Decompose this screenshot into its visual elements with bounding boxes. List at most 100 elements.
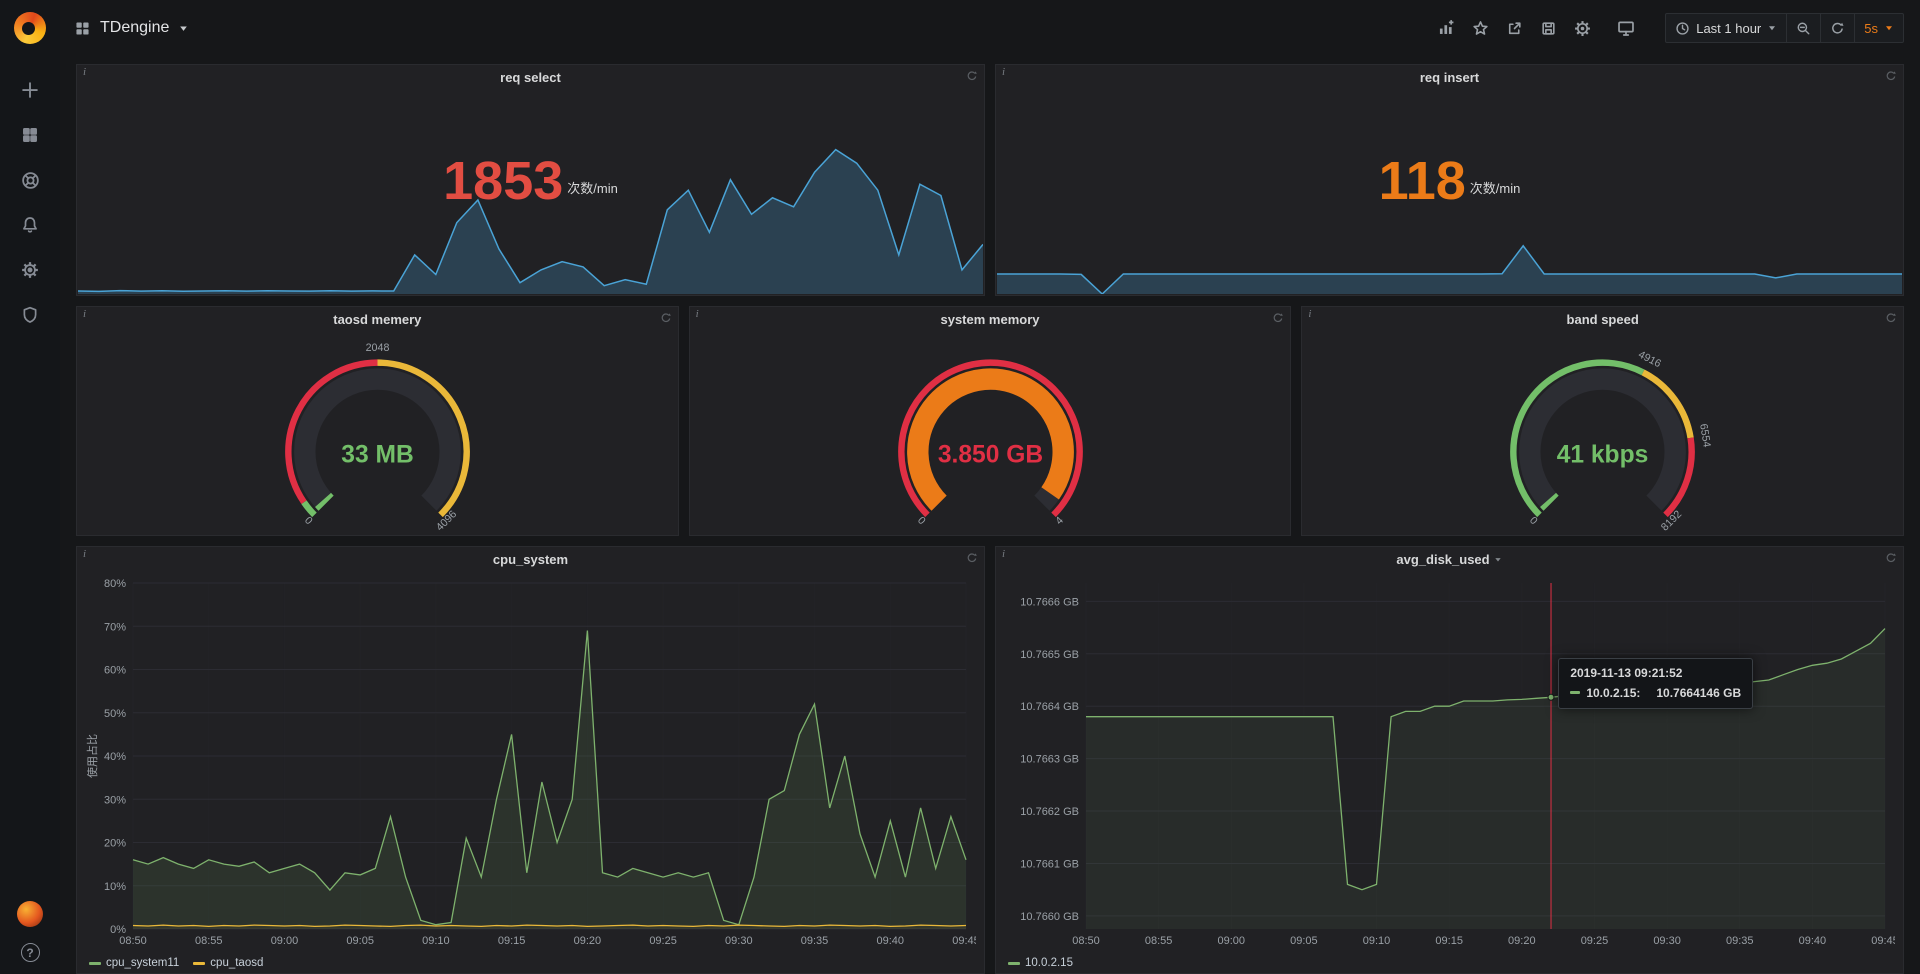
svg-text:6554: 6554: [1697, 423, 1713, 448]
dashboards-icon: [21, 126, 39, 144]
svg-text:70%: 70%: [104, 621, 126, 633]
svg-text:09:40: 09:40: [877, 935, 905, 947]
sidebar-item-server-admin[interactable]: [12, 303, 48, 327]
star-icon: [1472, 20, 1489, 37]
panel-info-icon[interactable]: i: [83, 308, 86, 320]
cycle-view-mode-button[interactable]: [1611, 14, 1641, 42]
legend-item[interactable]: 10.0.2.15: [1008, 957, 1073, 969]
panel-loading-icon: [1885, 312, 1897, 324]
svg-text:50%: 50%: [104, 708, 126, 720]
compass-icon: [21, 171, 40, 190]
band-speed-gauge[interactable]: 0 4916 6554 8192 41 kbps: [1310, 333, 1895, 531]
sidebar-item-configuration[interactable]: [12, 258, 48, 282]
svg-text:09:25: 09:25: [649, 935, 677, 947]
panel-info-icon[interactable]: i: [83, 66, 86, 78]
legend-item[interactable]: cpu_system11: [89, 957, 179, 969]
zoom-out-button[interactable]: [1786, 14, 1820, 42]
series-color-swatch: [1008, 962, 1020, 965]
svg-text:09:35: 09:35: [1726, 935, 1754, 947]
cpu-system-graph[interactable]: 08:5008:5509:0009:0509:1009:1509:2009:25…: [85, 575, 976, 947]
grafana-logo[interactable]: [0, 0, 60, 56]
svg-text:41 kbps: 41 kbps: [1557, 441, 1649, 468]
add-panel-button[interactable]: [1431, 14, 1461, 42]
panel-info-icon[interactable]: i: [696, 308, 699, 320]
svg-text:40%: 40%: [104, 751, 126, 763]
svg-text:09:20: 09:20: [574, 935, 602, 947]
svg-text:30%: 30%: [104, 794, 126, 806]
svg-text:09:15: 09:15: [1435, 935, 1463, 947]
svg-text:10.7663 GB: 10.7663 GB: [1020, 754, 1079, 766]
help-icon[interactable]: ?: [21, 943, 40, 962]
dashboard-title[interactable]: TDengine: [100, 19, 169, 37]
share-icon: [1506, 20, 1523, 37]
star-dashboard-button[interactable]: [1465, 14, 1495, 42]
tooltip-value: 10.7664146 GB: [1656, 686, 1741, 700]
sidebar-item-create[interactable]: [12, 78, 48, 102]
svg-text:10.7661 GB: 10.7661 GB: [1020, 858, 1079, 870]
user-avatar[interactable]: [17, 901, 43, 927]
svg-text:8192: 8192: [1659, 508, 1684, 531]
refresh-button[interactable]: [1820, 14, 1854, 42]
svg-text:09:30: 09:30: [1653, 935, 1681, 947]
panel-title[interactable]: cpu_system: [77, 547, 984, 573]
panel-info-icon[interactable]: i: [1002, 66, 1005, 78]
svg-text:09:00: 09:00: [271, 935, 299, 947]
time-range-picker[interactable]: Last 1 hour: [1666, 14, 1786, 42]
svg-text:3.850 GB: 3.850 GB: [938, 441, 1043, 468]
series-color-swatch: [193, 962, 205, 965]
panel-title[interactable]: req insert: [996, 65, 1903, 91]
panel-info-icon[interactable]: i: [1002, 548, 1005, 560]
svg-text:10.7665 GB: 10.7665 GB: [1020, 649, 1079, 661]
svg-text:0: 0: [915, 515, 928, 528]
chevron-down-icon: [1884, 23, 1894, 33]
system-memory-gauge[interactable]: 043.850 GB: [698, 333, 1283, 531]
panel-info-icon[interactable]: i: [1308, 308, 1311, 320]
clock-icon: [1675, 21, 1690, 36]
svg-text:09:35: 09:35: [801, 935, 829, 947]
panel-loading-icon: [1885, 552, 1897, 564]
taosd-memory-gauge[interactable]: 02048409633 MB: [85, 333, 670, 531]
sidebar-item-explore[interactable]: [12, 168, 48, 192]
panel-menu-caret-icon[interactable]: [1493, 555, 1503, 564]
svg-text:80%: 80%: [104, 578, 126, 590]
stat-unit: 次数/min: [567, 178, 618, 197]
svg-text:0: 0: [1527, 515, 1540, 528]
dashboard-grid-icon[interactable]: [74, 20, 91, 37]
panel-loading-icon: [966, 70, 978, 82]
panel-info-icon[interactable]: i: [83, 548, 86, 560]
gear-icon: [21, 261, 39, 279]
svg-text:08:50: 08:50: [1072, 935, 1100, 947]
svg-text:33 MB: 33 MB: [341, 441, 413, 468]
dashboard-settings-button[interactable]: [1567, 14, 1597, 42]
svg-text:09:30: 09:30: [725, 935, 753, 947]
svg-text:08:55: 08:55: [195, 935, 223, 947]
save-dashboard-button[interactable]: [1533, 14, 1563, 42]
tooltip-series: 10.0.2.15:: [1586, 686, 1640, 700]
dashboard-grid: i req select 1853 次数/min i req insert 11…: [60, 56, 1920, 974]
share-dashboard-button[interactable]: [1499, 14, 1529, 42]
panel-taosd-memory: i taosd memery 02048409633 MB: [76, 306, 679, 536]
stat-value: 118 次数/min: [997, 79, 1902, 282]
sidebar-item-alerting[interactable]: [12, 213, 48, 237]
svg-text:10.7662 GB: 10.7662 GB: [1020, 806, 1079, 818]
panel-title[interactable]: band speed: [1302, 307, 1903, 333]
panel-band-speed: i band speed 0 4916 6554 8192 41 kbps: [1301, 306, 1904, 536]
panel-title[interactable]: avg_disk_used: [996, 547, 1903, 573]
svg-text:4916: 4916: [1637, 349, 1664, 371]
avg-disk-used-graph[interactable]: 08:5008:5509:0009:0509:1009:1509:2009:25…: [1004, 575, 1895, 947]
sidebar-item-dashboards[interactable]: [12, 123, 48, 147]
svg-text:09:15: 09:15: [498, 935, 526, 947]
chevron-down-icon[interactable]: [178, 23, 189, 34]
legend-item[interactable]: cpu_taosd: [193, 957, 263, 969]
panel-title[interactable]: system memory: [690, 307, 1291, 333]
panel-title[interactable]: req select: [77, 65, 984, 91]
panel-loading-icon: [1885, 70, 1897, 82]
refresh-interval-label: 5s: [1864, 21, 1878, 36]
time-range-label: Last 1 hour: [1696, 21, 1761, 36]
refresh-interval-dropdown[interactable]: 5s: [1854, 14, 1903, 42]
svg-text:08:55: 08:55: [1145, 935, 1173, 947]
stat-number: 118: [1379, 154, 1466, 208]
svg-text:08:50: 08:50: [119, 935, 147, 947]
svg-text:09:10: 09:10: [422, 935, 450, 947]
panel-title[interactable]: taosd memery: [77, 307, 678, 333]
